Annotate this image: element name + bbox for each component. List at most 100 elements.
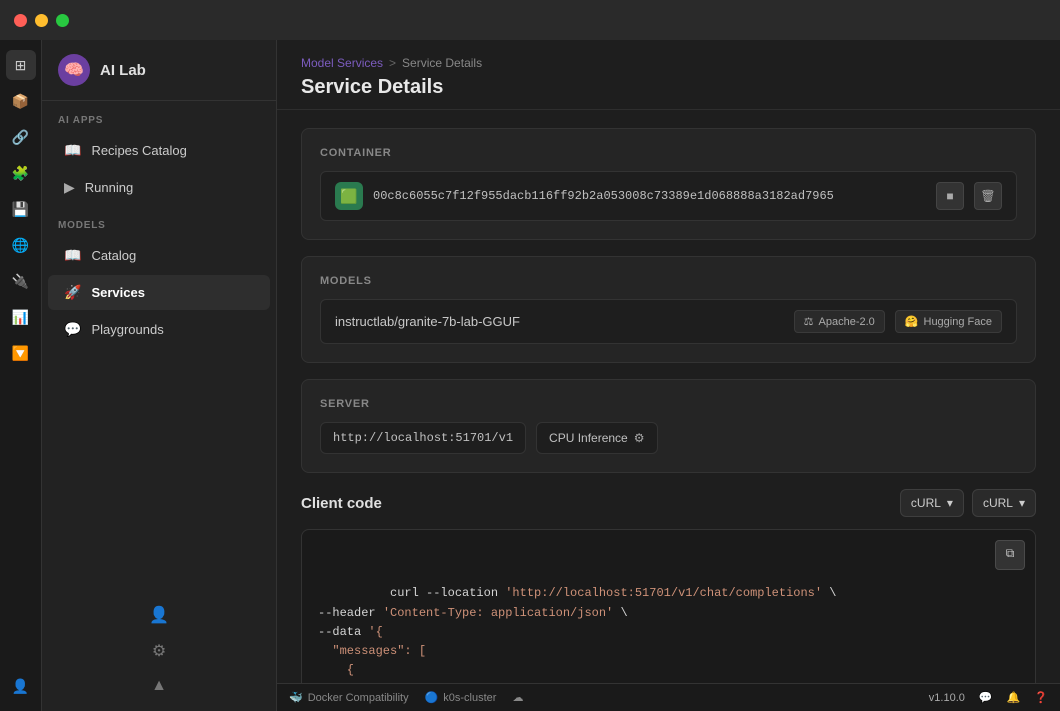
cpu-inference-label: CPU Inference bbox=[549, 431, 628, 445]
stop-icon: ■ bbox=[946, 189, 953, 203]
chevron-down-icon: ▾ bbox=[947, 496, 953, 510]
section-label-ai-apps: AI APPS bbox=[42, 101, 276, 132]
container-app-icon: 🟩 bbox=[335, 182, 363, 210]
server-url: http://localhost:51701/v1 bbox=[320, 422, 526, 454]
breadcrumb: Model Services > Service Details bbox=[301, 56, 1036, 70]
minimize-button[interactable] bbox=[35, 14, 48, 27]
page-title: Service Details bbox=[301, 76, 1036, 99]
models-card: Models instructlab/granite-7b-lab-GGUF ⚖… bbox=[301, 256, 1036, 363]
rail-globe-icon[interactable]: 🌐 bbox=[6, 230, 36, 260]
code-block: ⧉ curl --location 'http://localhost:5170… bbox=[301, 529, 1036, 683]
docker-icon: 🐳 bbox=[289, 691, 303, 704]
rail-connect-icon[interactable]: 🔌 bbox=[6, 266, 36, 296]
docker-compat-item[interactable]: 🐳 Docker Compatibility bbox=[289, 691, 409, 704]
app-name: AI Lab bbox=[100, 62, 146, 79]
breadcrumb-separator: > bbox=[389, 56, 396, 70]
trash-icon: 🗑 bbox=[980, 189, 995, 203]
copy-code-button[interactable]: ⧉ bbox=[995, 540, 1025, 570]
chat-icon: 💬 bbox=[64, 321, 81, 338]
rail-chart-icon[interactable]: 📊 bbox=[6, 302, 36, 332]
container-id: 00c8c6055c7f12f955dacb116ff92b2a053008c7… bbox=[373, 189, 926, 203]
stop-container-button[interactable]: ■ bbox=[936, 182, 964, 210]
sidebar-item-label: Services bbox=[91, 285, 145, 300]
language-dropdown[interactable]: cURL ▾ bbox=[900, 489, 964, 517]
maximize-button[interactable] bbox=[56, 14, 69, 27]
version-label: v1.10.0 bbox=[929, 692, 965, 704]
content-header: Model Services > Service Details Service… bbox=[277, 40, 1060, 110]
sidebar-item-services[interactable]: 🚀 Services bbox=[48, 275, 270, 310]
sidebar-item-label: Playgrounds bbox=[91, 322, 163, 337]
breadcrumb-current: Service Details bbox=[402, 56, 482, 70]
breadcrumb-link[interactable]: Model Services bbox=[301, 56, 383, 70]
book-icon: 📖 bbox=[64, 247, 81, 264]
section-label-models: MODELS bbox=[42, 206, 276, 237]
sidebar-header: 🧠 AI Lab bbox=[42, 40, 276, 101]
docker-compat-label: Docker Compatibility bbox=[308, 692, 409, 704]
license-icon: ⚖ bbox=[804, 315, 814, 328]
cluster-item[interactable]: 🔵 k0s-cluster bbox=[425, 691, 497, 704]
delete-container-button[interactable]: 🗑 bbox=[974, 182, 1002, 210]
model-row: instructlab/granite-7b-lab-GGUF ⚖ Apache… bbox=[320, 299, 1017, 344]
status-right: v1.10.0 💬 🔔 ❓ bbox=[929, 691, 1048, 704]
license-label: Apache-2.0 bbox=[819, 316, 875, 328]
cloud-icon: ☁ bbox=[512, 691, 523, 704]
rail-grid-icon[interactable]: ⊞ bbox=[6, 50, 36, 80]
bell-status-icon[interactable]: 🔔 bbox=[1007, 691, 1021, 704]
container-card: Container 🟩 00c8c6055c7f12f955dacb116ff9… bbox=[301, 128, 1036, 240]
play-icon: ▶ bbox=[64, 179, 75, 196]
models-label: Models bbox=[320, 275, 1017, 287]
content-area: Container 🟩 00c8c6055c7f12f955dacb116ff9… bbox=[277, 110, 1060, 683]
collapse-sidebar-button[interactable]: ▲ bbox=[42, 669, 276, 703]
main-content: Model Services > Service Details Service… bbox=[277, 40, 1060, 711]
chevron-down-icon-2: ▾ bbox=[1019, 496, 1025, 510]
close-button[interactable] bbox=[14, 14, 27, 27]
sidebar-item-catalog[interactable]: 📖 Catalog bbox=[48, 238, 270, 273]
titlebar bbox=[0, 0, 1060, 40]
dropdown-group: cURL ▾ cURL ▾ bbox=[900, 489, 1036, 517]
rail-plugin-icon[interactable]: 🧩 bbox=[6, 158, 36, 188]
chat-status-icon[interactable]: 💬 bbox=[979, 691, 993, 704]
book-icon: 📖 bbox=[64, 142, 81, 159]
cluster-icon: 🔵 bbox=[425, 691, 439, 704]
sidebar-item-running[interactable]: ▶ Running bbox=[48, 170, 270, 205]
rail-link-icon[interactable]: 🔗 bbox=[6, 122, 36, 152]
icon-rail: ⊞ 📦 🔗 🧩 💾 🌐 🔌 📊 🔽 👤 bbox=[0, 40, 42, 711]
app-logo: 🧠 bbox=[58, 54, 90, 86]
model-name: instructlab/granite-7b-lab-GGUF bbox=[335, 314, 784, 329]
user-settings-icon[interactable]: 👤 bbox=[42, 597, 276, 633]
rail-save-icon[interactable]: 💾 bbox=[6, 194, 36, 224]
sidebar-item-label: Catalog bbox=[91, 248, 136, 263]
copy-icon: ⧉ bbox=[1006, 545, 1015, 564]
help-status-icon[interactable]: ❓ bbox=[1034, 691, 1048, 704]
format-dropdown[interactable]: cURL ▾ bbox=[972, 489, 1036, 517]
hugging-face-label: Hugging Face bbox=[924, 316, 993, 328]
cpu-gear-icon[interactable]: ⚙ bbox=[634, 431, 645, 445]
sidebar-bottom: 👤 ⚙ ▲ bbox=[42, 597, 276, 711]
rocket-icon: 🚀 bbox=[64, 284, 81, 301]
language-dropdown-label: cURL bbox=[911, 496, 941, 510]
sidebar-item-playgrounds[interactable]: 💬 Playgrounds bbox=[48, 312, 270, 347]
hugging-face-icon: 🤗 bbox=[905, 315, 919, 328]
container-label: Container bbox=[320, 147, 1017, 159]
sidebar: 🧠 AI Lab AI APPS 📖 Recipes Catalog ▶ Run… bbox=[42, 40, 277, 711]
status-bar: 🐳 Docker Compatibility 🔵 k0s-cluster ☁ v… bbox=[277, 683, 1060, 711]
gear-icon[interactable]: ⚙ bbox=[42, 633, 276, 669]
license-tag[interactable]: ⚖ Apache-2.0 bbox=[794, 310, 885, 333]
rail-box-icon[interactable]: 📦 bbox=[6, 86, 36, 116]
format-dropdown-label: cURL bbox=[983, 496, 1013, 510]
rail-user-icon[interactable]: 👤 bbox=[6, 671, 36, 701]
client-code-header: Client code cURL ▾ cURL ▾ bbox=[301, 489, 1036, 517]
sidebar-item-recipes-catalog[interactable]: 📖 Recipes Catalog bbox=[48, 133, 270, 168]
server-row: http://localhost:51701/v1 CPU Inference … bbox=[320, 422, 1017, 454]
rail-collapse-icon[interactable]: 🔽 bbox=[6, 338, 36, 368]
cloud-icon-item[interactable]: ☁ bbox=[512, 691, 523, 704]
server-card: Server http://localhost:51701/v1 CPU Inf… bbox=[301, 379, 1036, 473]
cluster-label: k0s-cluster bbox=[443, 692, 496, 704]
container-row: 🟩 00c8c6055c7f12f955dacb116ff92b2a053008… bbox=[320, 171, 1017, 221]
hugging-face-tag[interactable]: 🤗 Hugging Face bbox=[895, 310, 1002, 333]
sidebar-item-label: Recipes Catalog bbox=[91, 143, 186, 158]
server-label: Server bbox=[320, 398, 1017, 410]
cpu-inference-badge: CPU Inference ⚙ bbox=[536, 422, 657, 454]
sidebar-item-label: Running bbox=[85, 180, 133, 195]
client-code-title: Client code bbox=[301, 495, 382, 512]
